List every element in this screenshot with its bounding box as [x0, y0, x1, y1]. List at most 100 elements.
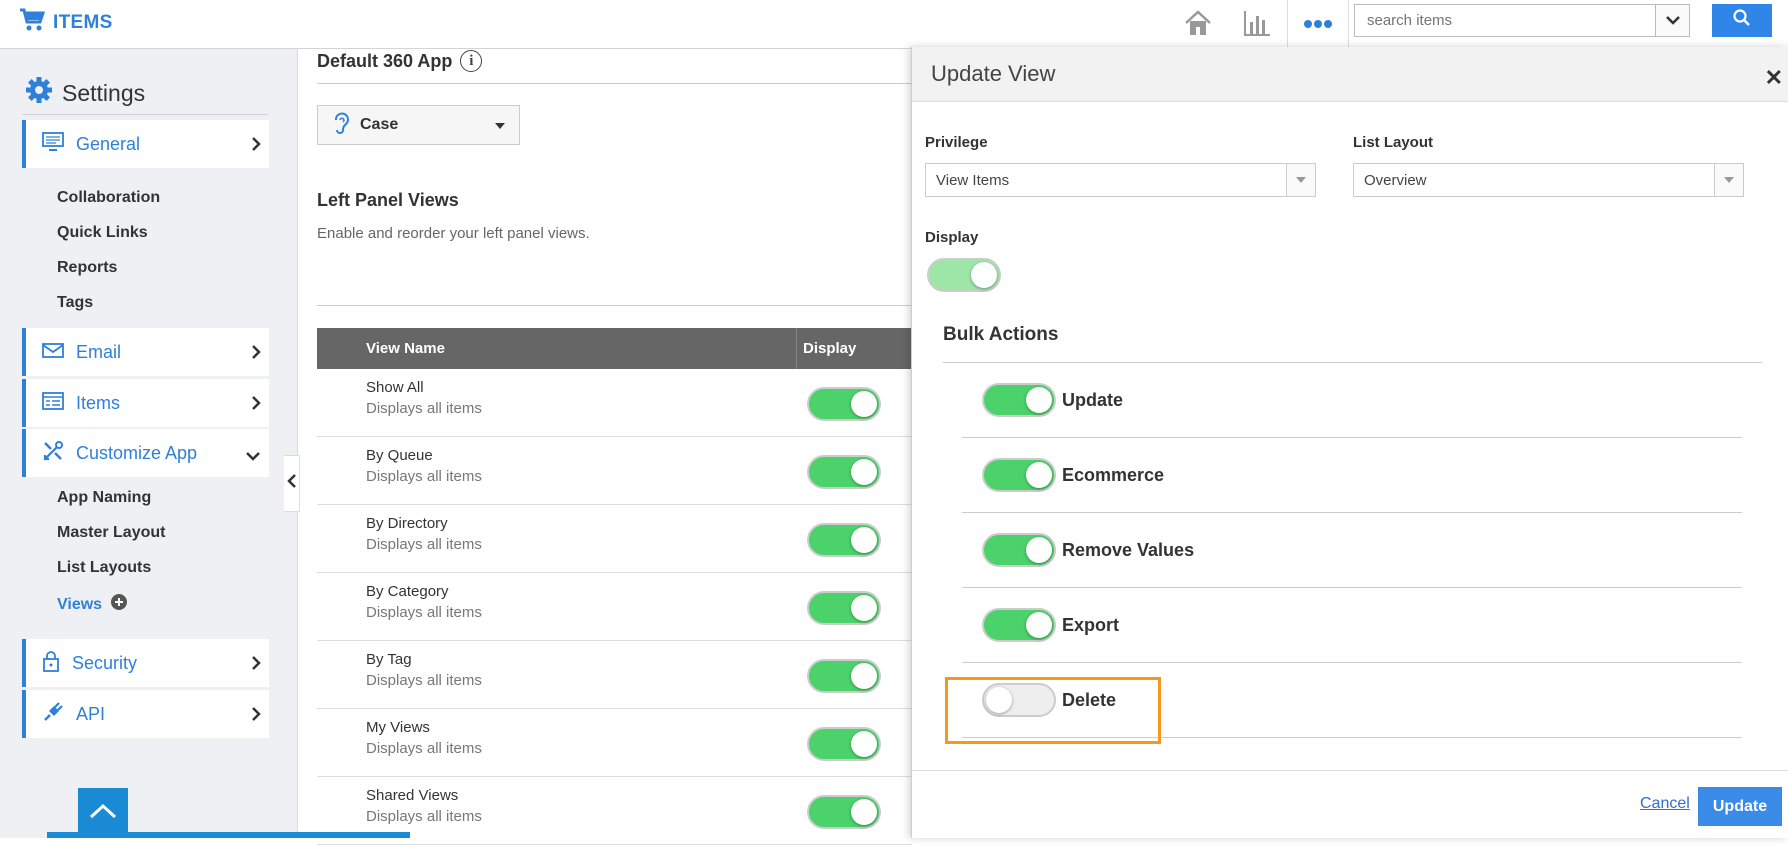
scroll-to-top-button[interactable]: [78, 788, 128, 838]
search-dropdown[interactable]: [1655, 5, 1689, 36]
module-select-value: Case: [360, 116, 399, 133]
display-toggle[interactable]: [807, 455, 881, 489]
chevron-down-icon: [245, 448, 261, 466]
bulk-action-ecommerce: Ecommerce: [962, 438, 1742, 513]
sidebar-item-label: General: [76, 133, 141, 154]
view-description: Displays all items: [366, 604, 482, 621]
table-row[interactable]: By Tag Displays all items: [317, 641, 912, 709]
panel-header: Update View ✕: [912, 47, 1788, 102]
bulk-action-export: Export: [962, 588, 1742, 663]
ear-help-icon: [332, 111, 352, 140]
sidebar-item-security[interactable]: Security: [22, 639, 269, 687]
toggle-knob: [851, 595, 877, 621]
sidebar-subitem-master-layout[interactable]: Master Layout: [57, 524, 165, 542]
sidebar-item-label: API: [76, 703, 106, 724]
display-toggle[interactable]: [807, 387, 881, 421]
view-description: Displays all items: [366, 536, 482, 553]
divider: [317, 83, 912, 84]
chevron-up-icon: [89, 803, 117, 824]
info-icon[interactable]: i: [460, 50, 483, 72]
sidebar-item-label: Customize App: [76, 442, 198, 463]
table-row[interactable]: By Queue Displays all items: [317, 437, 912, 505]
caret-down-icon: [1714, 164, 1743, 196]
display-toggle[interactable]: [807, 659, 881, 693]
home-icon[interactable]: [1183, 8, 1213, 43]
sidebar-item-email[interactable]: Email: [22, 328, 269, 376]
sidebar-subitem-views[interactable]: Views: [57, 594, 128, 615]
sidebar-subitem-app-naming[interactable]: App Naming: [57, 489, 151, 507]
privilege-select[interactable]: View Items: [925, 163, 1316, 197]
sidebar-subitem-quick-links[interactable]: Quick Links: [57, 224, 148, 242]
search-box: [1354, 4, 1690, 37]
sidebar-item-items[interactable]: Items: [22, 379, 269, 427]
app-title: Default 360 App i: [317, 50, 483, 72]
add-circle-icon[interactable]: [111, 594, 128, 615]
toggle-knob: [1026, 537, 1052, 563]
bulk-action-label: Export: [1062, 615, 1120, 635]
toggle-knob: [1026, 462, 1052, 488]
sidebar-subitem-list-layouts[interactable]: List Layouts: [57, 559, 151, 577]
collapse-sidebar-button[interactable]: [284, 455, 300, 512]
chevron-right-icon: [251, 395, 261, 416]
more-dots-icon: [1303, 16, 1333, 34]
table-row[interactable]: Shared Views Displays all items: [317, 777, 912, 845]
chevron-left-icon: [286, 473, 297, 494]
plug-icon: [42, 701, 64, 728]
divider: [22, 114, 268, 115]
chevron-right-icon: [251, 655, 261, 676]
sidebar-item-label: Email: [76, 341, 122, 362]
sidebar-subitem-tags[interactable]: Tags: [57, 294, 93, 312]
display-toggle[interactable]: [807, 795, 881, 829]
sidebar-item-api[interactable]: API: [22, 690, 269, 738]
search-button[interactable]: [1712, 4, 1772, 37]
view-name: My Views: [366, 719, 430, 736]
view-name: By Directory: [366, 515, 448, 532]
sidebar-subitem-collaboration[interactable]: Collaboration: [57, 189, 160, 207]
panel-title: Update View: [931, 61, 1056, 86]
display-toggle[interactable]: [807, 727, 881, 761]
app-name: ITEMS: [53, 11, 113, 33]
sidebar-subitem-reports[interactable]: Reports: [57, 259, 117, 277]
display-toggle[interactable]: [927, 258, 1001, 292]
sidebar-item-label: Security: [72, 652, 138, 673]
view-name: By Tag: [366, 651, 412, 668]
chevron-right-icon: [251, 136, 261, 157]
table-header: View Name Display: [317, 328, 912, 369]
display-toggle[interactable]: [807, 523, 881, 557]
chevron-right-icon: [251, 706, 261, 727]
section-description: Enable and reorder your left panel views…: [317, 225, 590, 242]
cancel-link[interactable]: Cancel: [1640, 795, 1690, 813]
bulk-action-remove-values: Remove Values: [962, 513, 1742, 588]
envelope-icon: [42, 341, 64, 364]
bulk-actions-title: Bulk Actions: [943, 324, 1059, 345]
top-bar: ITEMS: [0, 0, 1788, 49]
highlight-box: [945, 677, 1161, 744]
sidebar-item-customize-app[interactable]: Customize App: [22, 429, 269, 477]
bulk-remove-values-toggle[interactable]: [982, 533, 1056, 567]
table-row[interactable]: Show All Displays all items: [317, 369, 912, 437]
chart-icon[interactable]: [1242, 8, 1272, 43]
bulk-update-toggle[interactable]: [982, 383, 1056, 417]
toggle-knob: [851, 459, 877, 485]
view-description: Displays all items: [366, 400, 482, 417]
list-layout-select[interactable]: Overview: [1353, 163, 1744, 197]
module-select[interactable]: Case: [317, 105, 520, 145]
column-header-display[interactable]: Display: [803, 340, 856, 357]
sidebar-item-general[interactable]: General: [22, 120, 269, 168]
table-row[interactable]: By Category Displays all items: [317, 573, 912, 641]
update-button[interactable]: Update: [1698, 787, 1782, 826]
search-input[interactable]: [1355, 5, 1655, 36]
bulk-export-toggle[interactable]: [982, 608, 1056, 642]
close-icon[interactable]: ✕: [1765, 65, 1783, 91]
column-header-view-name[interactable]: View Name: [366, 340, 445, 357]
more-button[interactable]: [1287, 0, 1349, 49]
monitor-icon: [42, 131, 64, 157]
cart-icon: [19, 8, 46, 37]
display-toggle[interactable]: [807, 591, 881, 625]
table-row[interactable]: My Views Displays all items: [317, 709, 912, 777]
table-row[interactable]: By Directory Displays all items: [317, 505, 912, 573]
toggle-knob: [851, 391, 877, 417]
app-logo[interactable]: ITEMS: [19, 8, 113, 37]
bulk-ecommerce-toggle[interactable]: [982, 458, 1056, 492]
lock-icon: [42, 650, 60, 677]
